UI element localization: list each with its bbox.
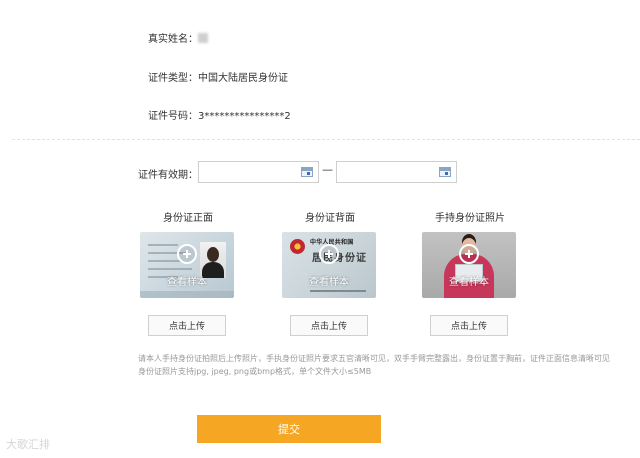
calendar-icon[interactable] — [301, 167, 313, 177]
note-line-1: 请本人手持身份证拍照后上传照片，手执身份证照片要求五官清晰可见，双手手臂完整露出… — [138, 354, 610, 363]
validity-range-separator: — — [322, 163, 333, 176]
thumbnail-overlay: 查看样本 — [282, 232, 376, 298]
id-front-sample-thumbnail[interactable]: 查看样本 — [140, 232, 234, 298]
id-back-upload: 身份证背面 中华人民共和国 居民身份证 查看样本 点击上传 — [280, 209, 380, 336]
id-handheld-upload: 手持身份证照片 查看样本 点击上传 — [420, 209, 520, 336]
validity-end-field[interactable] — [336, 161, 457, 183]
id-back-title: 身份证背面 — [305, 213, 355, 224]
view-sample-label: 查看样本 — [449, 277, 489, 288]
upload-requirements-note: 请本人手持身份证拍照后上传照片，手执身份证照片要求五官清晰可见，双手手臂完整露出… — [138, 352, 638, 378]
zoom-in-icon — [319, 244, 339, 264]
note-line-2: 身份证照片支持jpg, jpeg, png或bmp格式，单个文件大小≤5MB — [138, 367, 372, 376]
view-sample-label: 查看样本 — [167, 277, 207, 288]
validity-label: 证件有效期： — [138, 170, 198, 181]
watermark-logo: 大歌汇排 — [6, 438, 50, 451]
calendar-icon[interactable] — [439, 167, 451, 177]
thumbnail-overlay: 查看样本 — [422, 232, 516, 298]
real-name-label: 真实姓名： — [148, 34, 198, 45]
view-sample-label: 查看样本 — [309, 277, 349, 288]
id-type-value: 中国大陆居民身份证 — [198, 73, 288, 84]
validity-start-input[interactable] — [199, 162, 299, 182]
real-name-value-blurred — [198, 33, 208, 43]
id-back-sample-thumbnail[interactable]: 中华人民共和国 居民身份证 查看样本 — [282, 232, 376, 298]
id-handheld-sample-thumbnail[interactable]: 查看样本 — [422, 232, 516, 298]
thumbnail-overlay: 查看样本 — [140, 232, 234, 298]
id-handheld-upload-button[interactable]: 点击上传 — [430, 315, 508, 336]
validity-end-input[interactable] — [337, 162, 437, 182]
id-number-value: 3****************2 — [198, 111, 291, 122]
id-handheld-title: 手持身份证照片 — [435, 213, 505, 224]
validity-start-field[interactable] — [198, 161, 319, 183]
zoom-in-icon — [459, 244, 479, 264]
section-divider — [12, 139, 640, 140]
id-type-row: 证件类型：中国大陆居民身份证 — [148, 69, 288, 84]
id-number-row: 证件号码：3****************2 — [148, 107, 291, 122]
id-front-title: 身份证正面 — [163, 213, 213, 224]
real-name-row: 真实姓名： — [148, 30, 208, 45]
id-front-upload-button[interactable]: 点击上传 — [148, 315, 226, 336]
submit-button[interactable]: 提交 — [197, 415, 381, 443]
id-front-upload: 身份证正面 查看样本 点击上传 — [138, 209, 238, 336]
zoom-in-icon — [177, 244, 197, 264]
id-type-label: 证件类型： — [148, 73, 198, 84]
id-number-label: 证件号码： — [148, 111, 198, 122]
id-back-upload-button[interactable]: 点击上传 — [290, 315, 368, 336]
